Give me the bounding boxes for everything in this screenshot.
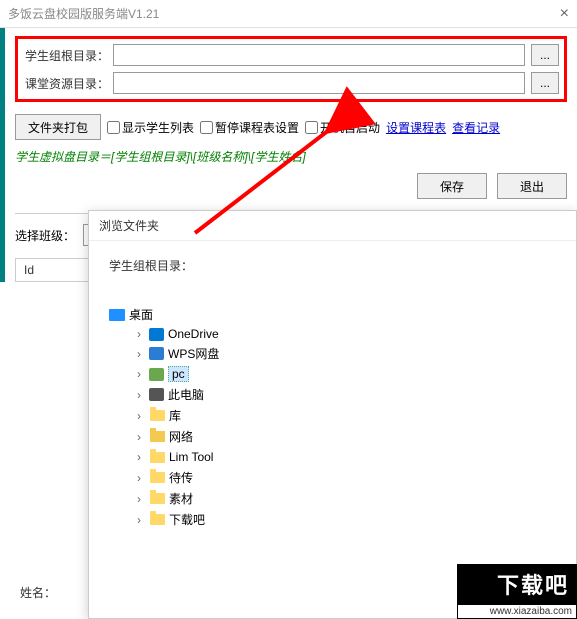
window-title: 多饭云盘校园版服务端V1.21 xyxy=(8,5,159,22)
folder-icon xyxy=(149,491,165,507)
tree-item[interactable]: › pc xyxy=(109,364,556,384)
resource-dir-label: 课堂资源目录： xyxy=(23,75,113,92)
tree-item[interactable]: › Lim Tool xyxy=(109,447,556,467)
browse-resource-button[interactable]: ... xyxy=(531,72,559,94)
col-id: Id xyxy=(24,263,34,277)
tree-item-label: 待传 xyxy=(169,469,193,486)
autostart-checkbox[interactable]: 开机自启动 xyxy=(305,119,380,136)
expand-icon[interactable]: › xyxy=(133,388,145,402)
set-schedule-link[interactable]: 设置课程表 xyxy=(386,119,446,136)
service-icon xyxy=(149,388,164,401)
close-icon[interactable]: × xyxy=(560,5,569,23)
tree-item-label: OneDrive xyxy=(168,327,219,341)
expand-icon[interactable]: › xyxy=(133,367,145,381)
dialog-title: 浏览文件夹 xyxy=(89,211,576,241)
watermark: 下载吧 www.xiazaiba.com xyxy=(457,564,577,619)
service-icon xyxy=(149,368,164,381)
tree-item-label: Lim Tool xyxy=(169,450,213,464)
tree-item-label: 库 xyxy=(169,407,181,424)
name-label: 姓名： xyxy=(20,586,56,600)
browse-folder-dialog: 浏览文件夹 学生组根目录： 桌面 ›OneDrive›WPS网盘›pc›此电脑›… xyxy=(88,210,577,619)
tree-item[interactable]: › 素材 xyxy=(109,488,556,509)
tree-item-label: WPS网盘 xyxy=(168,345,219,362)
tree-item-label: 素材 xyxy=(169,490,193,507)
expand-icon[interactable]: › xyxy=(133,471,145,485)
view-log-link[interactable]: 查看记录 xyxy=(452,119,500,136)
save-button[interactable]: 保存 xyxy=(417,173,487,199)
dialog-prompt: 学生组根目录： xyxy=(109,257,556,274)
expand-icon[interactable]: › xyxy=(133,327,145,341)
folder-icon xyxy=(149,408,165,424)
highlight-box: 学生组根目录： ... 课堂资源目录： ... xyxy=(15,36,567,102)
tree-item[interactable]: › OneDrive xyxy=(109,325,556,343)
resource-dir-input[interactable] xyxy=(113,72,525,94)
exit-button[interactable]: 退出 xyxy=(497,173,567,199)
expand-icon[interactable]: › xyxy=(133,347,145,361)
tree-item[interactable]: › 下载吧 xyxy=(109,509,556,530)
expand-icon[interactable]: › xyxy=(133,492,145,506)
folder-tree[interactable]: 桌面 ›OneDrive›WPS网盘›pc›此电脑›库›网络›Lim Tool›… xyxy=(109,304,556,530)
root-dir-input[interactable] xyxy=(113,44,525,66)
browse-root-button[interactable]: ... xyxy=(531,44,559,66)
folder-icon xyxy=(149,449,165,465)
tree-item[interactable]: › 此电脑 xyxy=(109,384,556,405)
folder-icon xyxy=(149,470,165,486)
expand-icon[interactable]: › xyxy=(133,430,145,444)
show-list-checkbox[interactable]: 显示学生列表 xyxy=(107,119,194,136)
tree-item-label: 下载吧 xyxy=(169,511,205,528)
pause-schedule-checkbox[interactable]: 暂停课程表设置 xyxy=(200,119,299,136)
service-icon xyxy=(149,328,164,341)
path-formula-note: 学生虚拟盘目录＝[学生组根目录]\[班级名称]\[学生姓名] xyxy=(15,144,567,169)
tree-item-label: 网络 xyxy=(169,428,193,445)
expand-icon[interactable]: › xyxy=(133,450,145,464)
select-class-label: 选择班级： xyxy=(15,227,75,244)
tree-item[interactable]: › WPS网盘 xyxy=(109,343,556,364)
root-dir-label: 学生组根目录： xyxy=(23,47,113,64)
service-icon xyxy=(149,347,164,360)
desktop-icon xyxy=(109,309,125,321)
folder-icon xyxy=(149,429,165,445)
tree-item[interactable]: › 网络 xyxy=(109,426,556,447)
expand-icon[interactable]: › xyxy=(133,409,145,423)
tree-item[interactable]: ›库 xyxy=(109,405,556,426)
tree-item-label: pc xyxy=(168,366,189,382)
tree-root-desktop[interactable]: 桌面 xyxy=(109,304,556,325)
tree-item-label: 此电脑 xyxy=(168,386,204,403)
folder-icon xyxy=(149,512,165,528)
pack-folder-button[interactable]: 文件夹打包 xyxy=(15,114,101,140)
expand-icon[interactable]: › xyxy=(133,513,145,527)
tree-item[interactable]: › 待传 xyxy=(109,467,556,488)
